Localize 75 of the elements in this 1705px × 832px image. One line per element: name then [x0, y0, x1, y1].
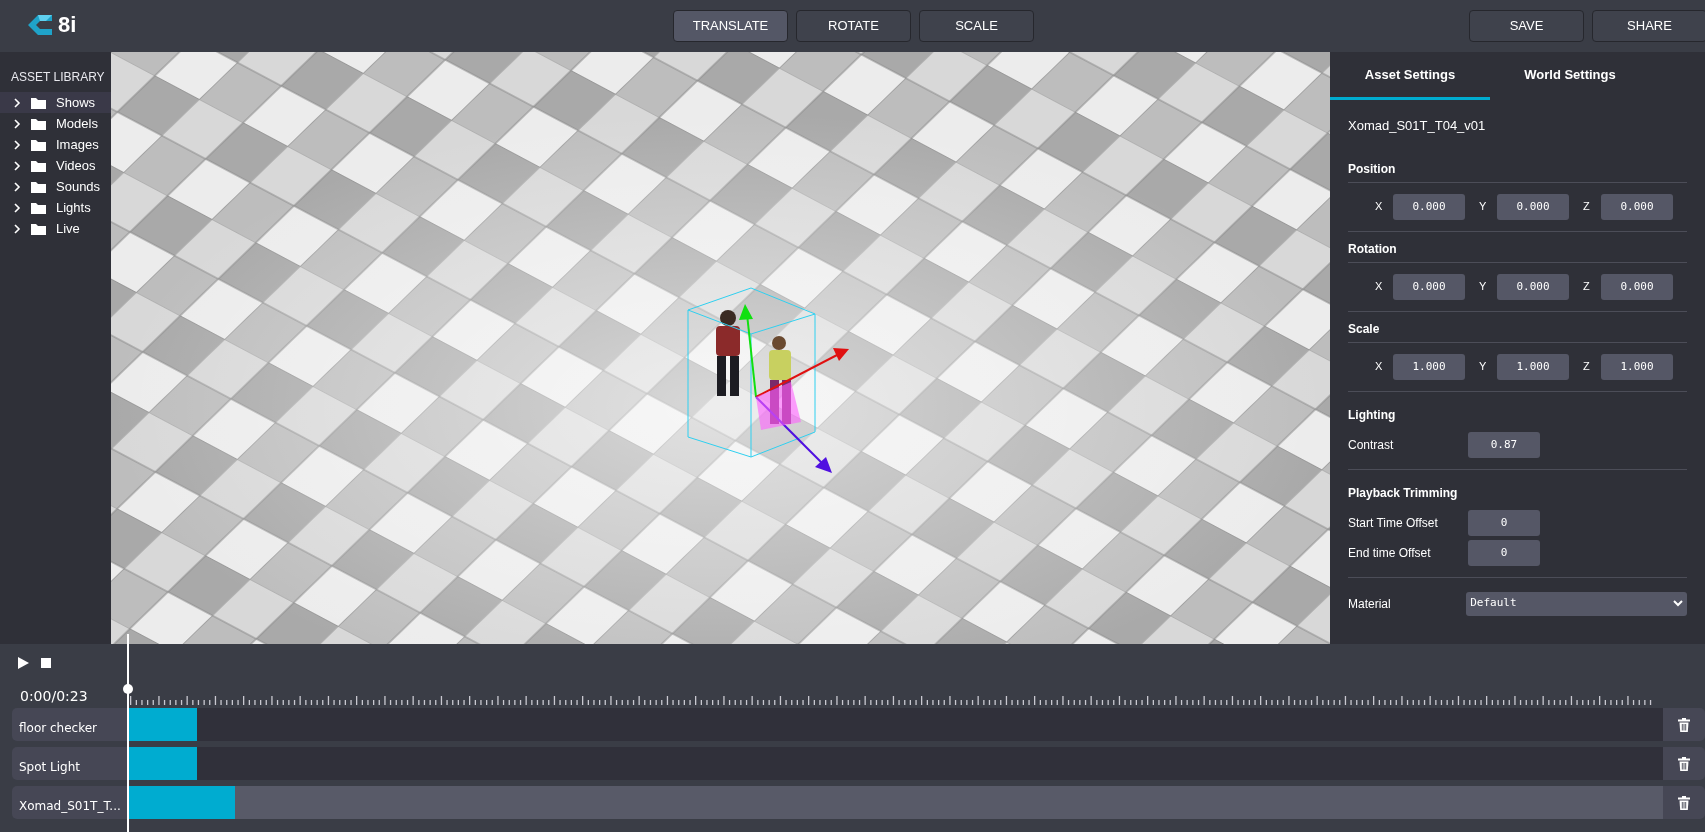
- field-label: Contrast: [1348, 436, 1395, 454]
- number-field[interactable]: 0: [1468, 539, 1540, 566]
- delete-button[interactable]: [1663, 747, 1705, 780]
- settings-tab[interactable]: World Settings: [1490, 52, 1650, 100]
- axis-label: Z: [1583, 199, 1591, 215]
- folder-icon: [31, 138, 46, 151]
- folder-icon: [31, 96, 46, 109]
- number-field[interactable]: 1.000: [1601, 353, 1673, 380]
- number-field[interactable]: 0.000: [1497, 273, 1569, 300]
- field-label: Start Time Offset: [1348, 514, 1439, 532]
- delete-button[interactable]: [1663, 786, 1705, 819]
- section-title: Rotation: [1348, 240, 1398, 258]
- asset-name: Xomad_S01T_T04_v01: [1348, 117, 1487, 135]
- chevron-icon: [13, 139, 21, 150]
- folder-icon: [31, 201, 46, 214]
- number-field[interactable]: 1.000: [1393, 353, 1465, 380]
- chevron-icon: [13, 181, 21, 192]
- chevron-icon: [13, 160, 21, 171]
- panel-title: ASSET LIBRARY: [10, 69, 106, 86]
- track-label[interactable]: floor checker: [12, 708, 128, 741]
- library-item[interactable]: Shows: [0, 92, 111, 113]
- chevron-icon: [13, 202, 21, 213]
- track-label[interactable]: Spot Light: [12, 747, 128, 780]
- library-item[interactable]: Sounds: [0, 176, 111, 197]
- material-dropdown[interactable]: Default: [1466, 591, 1687, 616]
- delete-button[interactable]: [1663, 708, 1705, 741]
- settings-tab[interactable]: Asset Settings: [1330, 52, 1490, 100]
- tool-button[interactable]: SCALE: [919, 10, 1034, 42]
- folder-icon: [31, 117, 46, 130]
- number-field[interactable]: 1.000: [1497, 353, 1569, 380]
- chevron-icon: [13, 118, 21, 129]
- time-display: 0:00/0:23: [20, 687, 88, 706]
- number-field[interactable]: 0.000: [1601, 193, 1673, 220]
- tool-button[interactable]: ROTATE: [796, 10, 911, 42]
- track-label[interactable]: Xomad_S01T_T...: [12, 786, 128, 819]
- field-label: End time Offset: [1348, 544, 1432, 562]
- number-field[interactable]: 0.000: [1497, 193, 1569, 220]
- trash-icon: [1678, 795, 1690, 810]
- number-field[interactable]: 0.000: [1601, 273, 1673, 300]
- trash-icon: [1678, 717, 1690, 732]
- library-item[interactable]: Lights: [0, 197, 111, 218]
- folder-icon: [31, 180, 46, 193]
- number-field[interactable]: 0: [1468, 509, 1540, 536]
- tool-button[interactable]: TRANSLATE: [673, 10, 788, 42]
- library-item[interactable]: Models: [0, 113, 111, 134]
- folder-icon: [31, 159, 46, 172]
- action-button[interactable]: SAVE: [1469, 10, 1584, 42]
- axis-label: Z: [1583, 359, 1591, 375]
- library-item[interactable]: Videos: [0, 155, 111, 176]
- chevron-icon: [13, 223, 21, 234]
- folder-icon: [31, 222, 46, 235]
- section-title: Scale: [1348, 320, 1381, 338]
- number-field[interactable]: 0.000: [1393, 273, 1465, 300]
- library-item[interactable]: Live: [0, 218, 111, 239]
- number-field[interactable]: 0.87: [1468, 431, 1540, 458]
- axis-label: Y: [1479, 199, 1487, 215]
- section-title: Lighting: [1348, 406, 1397, 424]
- logo-text: 8i: [58, 14, 77, 36]
- axis-label: X: [1375, 199, 1383, 215]
- field-label: Material: [1348, 595, 1392, 613]
- section-title: Position: [1348, 160, 1397, 178]
- axis-label: Z: [1583, 279, 1591, 295]
- trash-icon: [1678, 756, 1690, 771]
- chevron-down-icon: [1673, 600, 1683, 607]
- number-field[interactable]: 0.000: [1393, 193, 1465, 220]
- axis-label: X: [1375, 359, 1383, 375]
- library-item[interactable]: Images: [0, 134, 111, 155]
- action-button[interactable]: SHARE: [1592, 10, 1705, 42]
- axis-label: Y: [1479, 359, 1487, 375]
- axis-label: X: [1375, 279, 1383, 295]
- play-button[interactable]: [18, 657, 29, 669]
- section-title: Playback Trimming: [1348, 484, 1459, 502]
- chevron-icon: [13, 97, 21, 108]
- playhead-handle[interactable]: [123, 684, 133, 694]
- axis-label: Y: [1479, 279, 1487, 295]
